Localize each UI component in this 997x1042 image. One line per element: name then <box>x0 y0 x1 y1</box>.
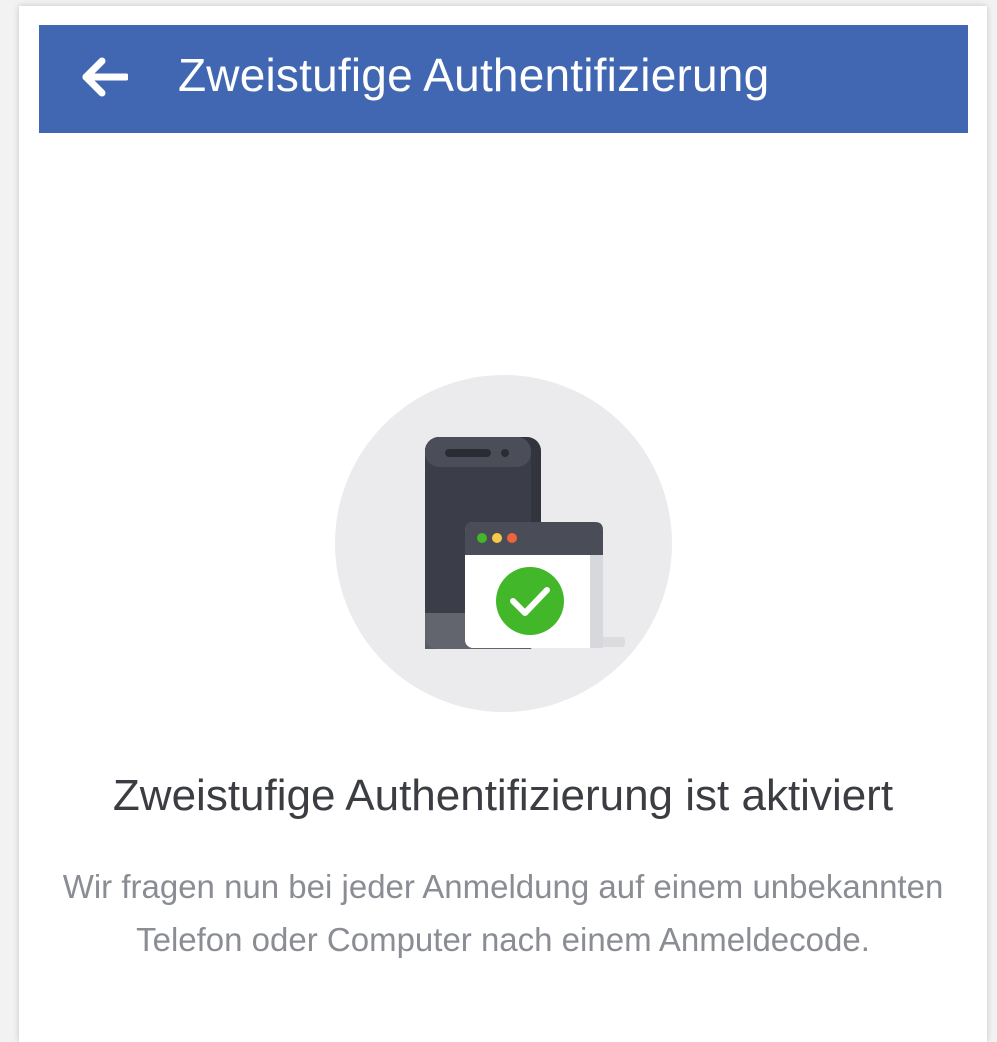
app-bar: Zweistufige Authentifizierung <box>39 25 968 133</box>
illustration <box>335 375 672 712</box>
success-headline: Zweistufige Authentifizierung ist aktivi… <box>112 771 894 820</box>
success-description: Wir fragen nun bei jeder Anmeldung auf e… <box>62 868 944 958</box>
phone-and-browser-check-icon <box>335 375 672 712</box>
page-title: Zweistufige Authentifizierung <box>178 49 770 101</box>
arrow-left-icon <box>82 57 128 97</box>
back-button[interactable] <box>81 53 129 101</box>
